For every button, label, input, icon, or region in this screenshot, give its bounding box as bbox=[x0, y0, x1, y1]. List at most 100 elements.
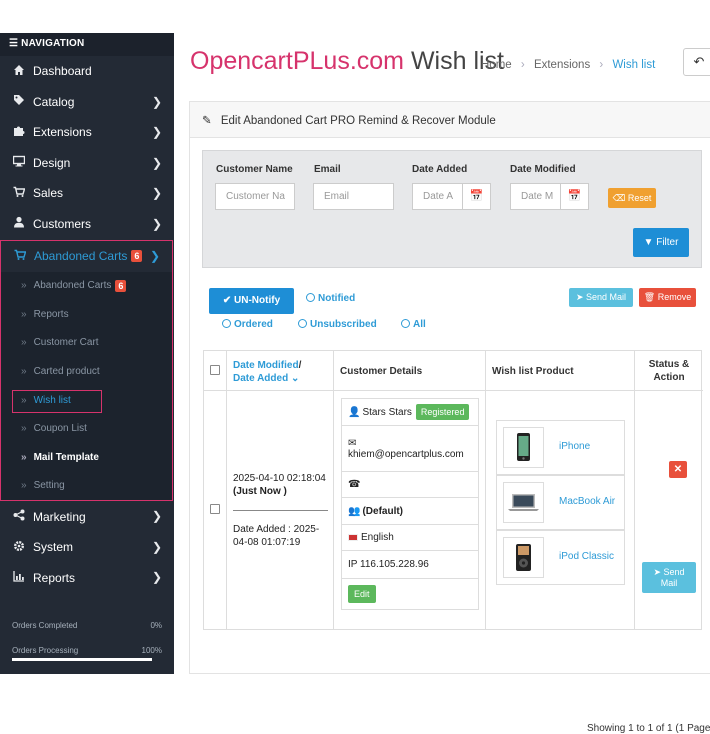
header-status-action: Status & Action bbox=[635, 351, 703, 391]
product-link[interactable]: MacBook Air bbox=[559, 496, 615, 507]
submenu-item-abandoned-carts[interactable]: » Abandoned Carts 6 bbox=[1, 271, 172, 301]
panel-title: Edit Abandoned Cart PRO Remind & Recover… bbox=[220, 115, 496, 127]
trash-icon: 🗑 bbox=[643, 292, 656, 302]
select-all-checkbox[interactable] bbox=[210, 365, 220, 375]
envelope-icon: ✉ bbox=[348, 437, 357, 449]
date-added-input[interactable]: Date A bbox=[412, 183, 463, 210]
radio-circle-icon bbox=[298, 319, 307, 328]
wishlist-product-item: MacBook Air bbox=[496, 475, 625, 530]
iphone-image[interactable] bbox=[503, 427, 544, 468]
submenu-item-label: Abandoned Carts bbox=[33, 280, 112, 292]
submenu-item-carted-product[interactable]: » Carted product bbox=[1, 357, 172, 386]
row-send-mail-button[interactable]: ➤ Send Mail bbox=[642, 562, 696, 593]
submenu-item-customer-cart[interactable]: » Customer Cart bbox=[1, 328, 172, 358]
sidebar-item-label: Customers bbox=[33, 216, 92, 231]
submenu-item-wish-list[interactable]: » Wish list bbox=[1, 385, 172, 415]
un-notify-button[interactable]: ✔ UN-Notify bbox=[209, 288, 294, 314]
chevron-right-icon: ❯ bbox=[151, 509, 162, 524]
filter-button[interactable]: ▼ Filter bbox=[633, 228, 689, 257]
pagination-summary: Showing 1 to 1 of 1 (1 Pages) bbox=[587, 723, 710, 734]
customer-edit-row: Edit bbox=[341, 579, 479, 610]
send-mail-label-2: Mail bbox=[660, 578, 678, 588]
close-icon: ✕ bbox=[673, 464, 683, 475]
chevron-right-icon: ❯ bbox=[151, 216, 162, 231]
check-circle-icon: ✔ bbox=[222, 295, 232, 306]
customer-ip-row: IP 116.105.228.96 bbox=[341, 551, 479, 579]
progress-orders-processing: Orders Processing 100% bbox=[12, 646, 162, 671]
sidebar-item-system[interactable]: System ❯ bbox=[0, 532, 174, 563]
sidebar-item-sales[interactable]: Sales ❯ bbox=[0, 178, 174, 209]
sidebar-item-label: Sales bbox=[33, 186, 64, 201]
sidebar-item-abandoned-carts[interactable]: Abandoned Carts 6 ❯ bbox=[1, 241, 172, 272]
chevron-right-icon: ❯ bbox=[151, 94, 162, 109]
radio-all[interactable]: All bbox=[401, 319, 426, 330]
reset-button[interactable]: ⌫ Reset bbox=[608, 188, 656, 208]
page-title: OpencartPLus.com Wish list bbox=[190, 47, 504, 76]
double-chevron-icon: » bbox=[21, 337, 27, 349]
sidebar: ☰ NAVIGATION Dashboard Catalog ❯ Extensi… bbox=[0, 33, 174, 674]
sidebar-item-extensions[interactable]: Extensions ❯ bbox=[0, 117, 174, 148]
customer-name-input[interactable]: Customer Na bbox=[215, 183, 295, 210]
edit-button[interactable]: Edit bbox=[348, 585, 376, 603]
sidebar-item-dashboard[interactable]: Dashboard bbox=[0, 56, 174, 87]
macbook-air-image[interactable] bbox=[503, 482, 544, 523]
progress-label: Orders Completed bbox=[12, 621, 78, 630]
sort-date-added-link[interactable]: Date Added bbox=[233, 373, 288, 384]
date-modified-value: 2025-04-10 02:18:04 bbox=[233, 473, 326, 484]
breadcrumb-wish-list[interactable]: Wish list bbox=[612, 59, 655, 71]
date-modified-label: Date Modified bbox=[510, 164, 576, 175]
double-chevron-icon: » bbox=[21, 308, 27, 320]
pencil-icon: ✎ bbox=[202, 115, 212, 127]
delete-row-button[interactable]: ✕ bbox=[669, 461, 687, 478]
submenu-item-label: Customer Cart bbox=[33, 337, 99, 349]
sidebar-item-customers[interactable]: Customers ❯ bbox=[0, 209, 174, 240]
customer-email[interactable]: khiem@opencartplus.com bbox=[348, 449, 464, 460]
sort-date-modified-link[interactable]: Date Modified bbox=[233, 360, 299, 371]
abandoned-carts-group: Abandoned Carts 6 ❯ » Abandoned Carts 6 … bbox=[0, 240, 173, 502]
remove-button[interactable]: 🗑 Remove bbox=[639, 288, 696, 307]
customer-group: (Default) bbox=[362, 505, 404, 517]
submenu-item-setting[interactable]: » Setting bbox=[1, 471, 172, 501]
header-date: Date Modified/ Date Added ⌄ bbox=[227, 351, 334, 391]
radio-label: Unsubscribed bbox=[310, 319, 377, 330]
dashboard-icon bbox=[12, 64, 26, 79]
chevron-right-icon: ❯ bbox=[151, 155, 162, 170]
wishlist-table: Date Modified/ Date Added ⌄ Customer Det… bbox=[203, 350, 703, 630]
date-modified-input[interactable]: Date M bbox=[510, 183, 561, 210]
filter-label: Filter bbox=[656, 237, 679, 248]
submenu-item-label: Carted product bbox=[33, 366, 100, 378]
radio-ordered[interactable]: Ordered bbox=[222, 319, 273, 330]
header-status-line: Status & bbox=[648, 359, 690, 370]
back-button[interactable]: ↶ bbox=[683, 48, 710, 76]
product-link[interactable]: iPhone bbox=[559, 441, 590, 452]
order-progress-area: Orders Completed 0% Orders Processing 10… bbox=[12, 621, 162, 671]
double-chevron-icon: » bbox=[21, 480, 27, 492]
sidebar-item-design[interactable]: Design ❯ bbox=[0, 148, 174, 179]
submenu-item-reports[interactable]: » Reports bbox=[1, 300, 172, 329]
sidebar-item-marketing[interactable]: Marketing ❯ bbox=[0, 501, 174, 532]
ipod-classic-image[interactable] bbox=[503, 537, 544, 578]
count-badge: 6 bbox=[115, 279, 127, 292]
paper-plane-icon: ➤ bbox=[653, 567, 661, 577]
sidebar-item-catalog[interactable]: Catalog ❯ bbox=[0, 87, 174, 118]
send-mail-button[interactable]: ➤ Send Mail bbox=[569, 288, 633, 307]
remove-label: Remove bbox=[657, 292, 692, 302]
sidebar-item-reports[interactable]: Reports ❯ bbox=[0, 562, 174, 593]
product-link[interactable]: iPod Classic bbox=[559, 551, 614, 562]
breadcrumb-extensions[interactable]: Extensions bbox=[534, 59, 590, 71]
radio-notified[interactable]: Notified bbox=[306, 293, 355, 304]
radio-unsubscribed[interactable]: Unsubscribed bbox=[298, 319, 377, 330]
breadcrumb-home[interactable]: Home bbox=[481, 59, 512, 71]
calendar-icon[interactable]: 📅 bbox=[462, 183, 491, 210]
desktop-icon bbox=[12, 155, 26, 170]
un-notify-label: UN-Notify bbox=[234, 295, 281, 306]
submenu-item-mail-template[interactable]: » Mail Template bbox=[1, 443, 172, 472]
row-checkbox[interactable] bbox=[210, 504, 220, 514]
calendar-icon[interactable]: 📅 bbox=[560, 183, 589, 210]
submenu-item-label: Setting bbox=[33, 480, 65, 492]
hamburger-icon[interactable]: ☰ bbox=[9, 38, 18, 49]
email-input[interactable]: Email bbox=[313, 183, 394, 210]
submenu-item-coupon-list[interactable]: » Coupon List bbox=[1, 414, 172, 444]
sidebar-item-label: Reports bbox=[33, 570, 76, 585]
share-icon bbox=[12, 509, 26, 524]
